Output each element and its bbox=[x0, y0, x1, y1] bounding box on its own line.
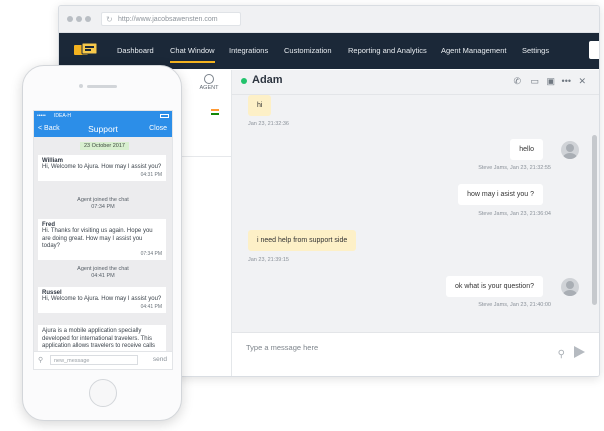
attach-icon[interactable]: ⚲ bbox=[38, 356, 43, 364]
brand-logo-icon[interactable] bbox=[73, 42, 99, 59]
message-text: Hi, Welcome to Ajura. How may I assist y… bbox=[42, 164, 162, 170]
nav-dashboard[interactable]: Dashboard bbox=[117, 46, 154, 55]
message-list[interactable]: hi Jan 23, 21:32:36 hello Steve Jams, Ja… bbox=[232, 95, 599, 332]
close-icon[interactable]: ✕ bbox=[578, 77, 586, 86]
attach-icon[interactable]: ⚲ bbox=[558, 349, 565, 360]
user-icon bbox=[204, 74, 214, 84]
home-button[interactable] bbox=[89, 379, 117, 407]
top-navigation: Dashboard Chat Window Integrations Custo… bbox=[59, 33, 599, 69]
message-meta: Steve Jams, Jan 23, 21:40:00 bbox=[478, 302, 551, 308]
phone-message-list[interactable]: 23 October 2017 William Hi, Welcome to A… bbox=[34, 137, 172, 352]
phone-call-icon[interactable]: ✆ bbox=[513, 77, 521, 86]
message-meta: Steve Jams, Jan 23, 21:32:55 bbox=[478, 165, 551, 171]
app-header: < Back Support Close bbox=[34, 121, 172, 137]
india-flag-icon bbox=[211, 109, 219, 115]
signal-icon: ••••• bbox=[37, 113, 46, 119]
system-message-text: Agent joined the chat bbox=[77, 266, 129, 272]
url-text: http://www.jacobsawensten.com bbox=[118, 16, 218, 23]
carrier-text: IDEA-H bbox=[54, 113, 71, 119]
message-time: 07:34 PM bbox=[140, 250, 162, 257]
nav-profile-button[interactable] bbox=[589, 41, 599, 59]
nav-customization[interactable]: Customization bbox=[284, 46, 332, 55]
message-meta: Jan 23, 21:32:36 bbox=[248, 121, 289, 127]
agent-tab[interactable]: AGENT bbox=[195, 74, 223, 91]
message-input[interactable]: Type a message here bbox=[246, 343, 318, 352]
screen-share-icon[interactable]: ▣ bbox=[546, 77, 555, 86]
system-message: Agent joined the chat 04:41 PM bbox=[34, 266, 172, 280]
phone-compose: ⚲ new_message send bbox=[34, 351, 172, 369]
phone-screen: ••••• IDEA-H < Back Support Close 23 Oct… bbox=[33, 110, 173, 370]
scrollbar[interactable] bbox=[592, 135, 597, 305]
system-message: Agent joined the chat 07:34 PM bbox=[34, 197, 172, 211]
message-bubble: hi bbox=[248, 95, 272, 116]
message-text: Hi. Thanks for visiting us again. Hope y… bbox=[42, 228, 153, 249]
speaker-grille bbox=[87, 85, 117, 88]
browser-titlebar: ↻ http://www.jacobsawensten.com bbox=[59, 6, 599, 33]
message-bubble: ok what is your question? bbox=[446, 276, 543, 297]
close-button[interactable]: Close bbox=[149, 125, 167, 132]
message-text: Hi, Welcome to Ajura. How may I assist y… bbox=[42, 296, 162, 302]
agent-tab-label: AGENT bbox=[199, 85, 219, 91]
video-call-icon[interactable]: ▭ bbox=[530, 77, 539, 86]
system-message-text: Agent joined the chat bbox=[77, 197, 129, 203]
chat-pane: Adam ✆ ▭ ▣ ••• ✕ hi Jan 23, 21:32:36 hel… bbox=[232, 70, 599, 376]
send-button[interactable]: send bbox=[153, 356, 167, 363]
new-message-input[interactable]: new_message bbox=[50, 355, 138, 365]
agent-avatar bbox=[561, 278, 579, 296]
message-time: 04:41 PM bbox=[140, 303, 162, 310]
send-icon[interactable] bbox=[574, 346, 585, 358]
window-close-dot[interactable] bbox=[67, 16, 73, 22]
battery-icon bbox=[160, 114, 169, 118]
list-item: Russel Hi, Welcome to Ajura. How may I a… bbox=[38, 287, 166, 313]
list-item: Ajura is a mobile application specially … bbox=[38, 325, 166, 352]
message-time: 04:31 PM bbox=[140, 171, 162, 178]
date-divider: 23 October 2017 bbox=[80, 142, 129, 150]
nav-chat-window[interactable]: Chat Window bbox=[170, 46, 215, 63]
message-bubble: hello bbox=[510, 139, 543, 160]
status-bar: ••••• IDEA-H bbox=[34, 111, 172, 121]
more-options-icon[interactable]: ••• bbox=[562, 77, 571, 86]
nav-reporting-analytics[interactable]: Reporting and Analytics bbox=[348, 46, 427, 55]
message-bubble: i need help from support side bbox=[248, 230, 357, 251]
message-bubble: how may i asist you ? bbox=[458, 184, 543, 205]
nav-settings[interactable]: Settings bbox=[522, 46, 549, 55]
list-item: Fred Hi. Thanks for visiting us again. H… bbox=[38, 219, 166, 260]
system-message-time: 07:34 PM bbox=[91, 204, 115, 210]
list-item: William Hi, Welcome to Ajura. How may I … bbox=[38, 155, 166, 181]
compose-area[interactable]: Type a message here ⚲ bbox=[232, 332, 599, 376]
reload-icon[interactable]: ↻ bbox=[106, 13, 113, 27]
agent-avatar bbox=[561, 141, 579, 159]
online-status-icon bbox=[241, 78, 247, 84]
address-bar[interactable]: ↻ http://www.jacobsawensten.com bbox=[101, 12, 241, 26]
message-text: Ajura is a mobile application specially … bbox=[42, 328, 156, 352]
system-message-time: 04:41 PM bbox=[91, 273, 115, 279]
message-meta: Jan 23, 21:39:15 bbox=[248, 257, 289, 263]
chat-header: Adam ✆ ▭ ▣ ••• ✕ bbox=[232, 70, 599, 95]
phone-mockup: ••••• IDEA-H < Back Support Close 23 Oct… bbox=[22, 65, 182, 421]
chat-contact-name: Adam bbox=[252, 74, 283, 86]
message-meta: Steve Jams, Jan 23, 21:36:04 bbox=[478, 211, 551, 217]
nav-integrations[interactable]: Integrations bbox=[229, 46, 268, 55]
window-maximize-dot[interactable] bbox=[85, 16, 91, 22]
window-minimize-dot[interactable] bbox=[76, 16, 82, 22]
camera-icon bbox=[79, 84, 83, 88]
nav-agent-management[interactable]: Agent Management bbox=[441, 46, 506, 55]
